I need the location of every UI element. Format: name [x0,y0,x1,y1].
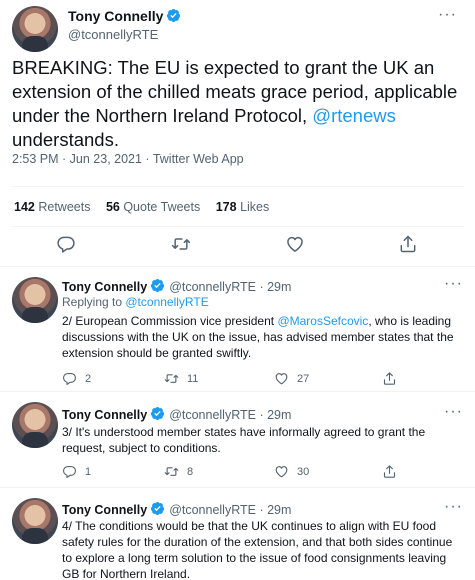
share-action[interactable] [382,371,397,386]
author-handle[interactable]: @tconnellyRTE · 29m [169,408,291,422]
tweet-actions: 1 8 30 [62,464,462,482]
reply-icon [62,464,77,479]
quotes-stat[interactable]: 56 Quote Tweets [106,200,200,214]
verified-badge-icon [150,278,165,293]
author-name[interactable]: Tony Connelly [62,280,147,294]
avatar[interactable] [12,277,58,323]
author-name[interactable]: Tony Connelly [62,408,147,422]
retweet-action[interactable]: 8 [164,464,193,479]
share-icon [382,464,397,479]
share-icon[interactable] [398,234,418,254]
reply-icon[interactable] [56,234,76,254]
heart-icon [274,464,289,479]
retweets-count: 142 [14,200,35,214]
avatar[interactable] [12,6,58,52]
retweet-icon [164,371,179,386]
reply-header: Tony Connelly @tconnellyRTE · 29m [62,501,291,517]
divider [12,226,464,227]
verified-badge-icon [150,501,165,516]
quotes-label: Quote Tweets [123,200,201,214]
avatar[interactable] [12,402,58,448]
reply-action[interactable]: 2 [62,371,91,386]
reply-header: Tony Connelly @tconnellyRTE · 29m [62,406,291,422]
mention-link[interactable]: @rtenews [312,105,396,126]
author-name-row[interactable]: Tony Connelly [68,8,181,24]
replying-to: Replying to @tconnellyRTE [62,295,209,309]
like-action[interactable]: 27 [274,371,309,386]
tweet-text-end: understands. [12,129,119,150]
likes-count: 178 [215,200,237,214]
reply-action[interactable]: 1 [62,464,91,479]
reply-count: 1 [85,465,92,478]
more-icon[interactable]: ··· [444,403,463,421]
retweet-icon[interactable] [171,234,191,254]
tweet-text: 3/ It's understood member states have in… [62,425,426,455]
reply-tweet[interactable]: Tony Connelly @tconnellyRTE · 29m ··· 4/ … [0,488,475,580]
author-handle[interactable]: @tconnellyRTE [68,27,158,42]
verified-badge-icon [150,406,165,421]
retweet-count: 11 [187,372,199,385]
retweets-label: Retweets [38,200,91,214]
tweet-stats: 142 Retweets 56 Quote Tweets 178 Likes [14,200,281,214]
tweet-actions [0,234,475,258]
like-count: 27 [297,372,310,385]
avatar[interactable] [12,498,58,544]
likes-label: Likes [240,200,270,214]
reply-header: Tony Connelly @tconnellyRTE · 29m [62,278,291,294]
tweet-text: 2/ European Commission vice president @M… [62,313,462,361]
mention-link[interactable]: @MarosSefcovic [277,314,368,328]
reply-tweet[interactable]: Tony Connelly @tconnellyRTE · 29m ··· 3/ … [0,392,475,487]
retweet-action[interactable]: 11 [164,371,198,386]
reply-count: 2 [85,372,92,385]
tweet-text: BREAKING: The EU is expected to grant th… [12,56,464,152]
more-icon[interactable]: ··· [444,498,463,516]
share-icon [382,371,397,386]
author-name[interactable]: Tony Connelly [68,8,163,24]
author-handle[interactable]: @tconnellyRTE · 29m [169,503,291,517]
replying-to-link[interactable]: @tconnellyRTE [125,295,208,309]
retweet-count: 8 [187,465,194,478]
replying-prefix: Replying to [62,295,126,309]
tweet-actions: 2 11 27 [62,371,462,389]
reply-tweet[interactable]: Tony Connelly @tconnellyRTE · 29m ··· Rep… [0,267,475,391]
reply-icon [62,371,77,386]
tweet-text: 4/ The conditions would be that the UK c… [62,519,453,580]
share-action[interactable] [382,464,397,479]
retweets-stat[interactable]: 142 Retweets [14,200,90,214]
verified-badge-icon [166,8,181,23]
author-handle[interactable]: @tconnellyRTE · 29m [169,280,291,294]
like-count: 30 [297,465,310,478]
more-icon[interactable]: ··· [444,275,463,293]
divider [12,186,464,187]
quotes-count: 56 [105,200,120,214]
like-action[interactable]: 30 [274,464,309,479]
tweet-text-start: 2/ European Commission vice president [62,314,278,328]
likes-stat[interactable]: 178 Likes [216,200,270,214]
heart-icon[interactable] [285,234,305,254]
retweet-icon [164,464,179,479]
more-icon[interactable]: ··· [438,6,457,24]
tweet-timestamp[interactable]: 2:53 PM · Jun 23, 2021 · Twitter Web App [12,152,244,166]
author-name[interactable]: Tony Connelly [62,503,147,517]
heart-icon [274,371,289,386]
